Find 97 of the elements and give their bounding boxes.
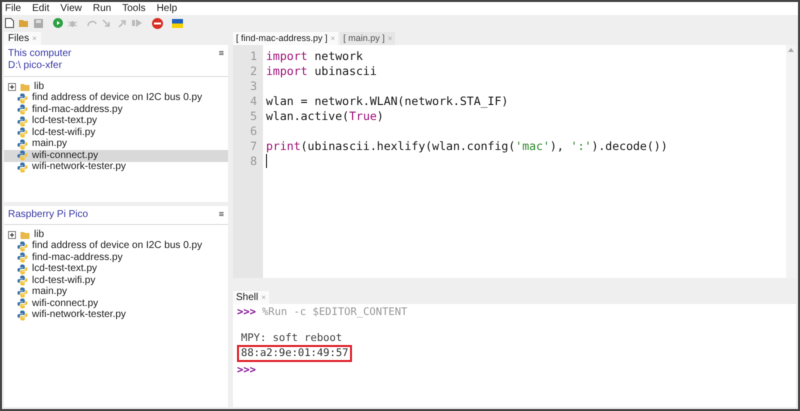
line-number: 5 bbox=[250, 109, 257, 124]
python-file-icon bbox=[17, 252, 28, 264]
step-out-icon[interactable] bbox=[117, 18, 127, 28]
python-file-icon bbox=[17, 150, 28, 162]
new-file-icon[interactable] bbox=[5, 18, 14, 28]
menu-item[interactable]: Edit bbox=[32, 4, 50, 14]
tree-row[interactable]: main.py bbox=[4, 286, 228, 298]
python-file-icon bbox=[17, 286, 28, 298]
shell-prompt: >>> bbox=[237, 306, 256, 319]
line-number: 1 bbox=[250, 49, 257, 64]
menu-item[interactable]: File bbox=[5, 4, 22, 14]
tree-row[interactable]: lcd-test-wifi.py bbox=[4, 275, 228, 286]
tree-row[interactable]: find address of device on I2C bus 0.py bbox=[4, 92, 228, 104]
run-icon[interactable] bbox=[53, 18, 63, 28]
file-name: find address of device on I2C bus 0.py bbox=[32, 93, 202, 104]
editor-tab[interactable]: [ find-mac-address.py ] × bbox=[233, 32, 338, 45]
resume-icon[interactable] bbox=[132, 19, 142, 27]
line-number: 3 bbox=[250, 79, 257, 94]
file-name: wifi-network-tester.py bbox=[32, 162, 126, 172]
python-file-icon bbox=[17, 264, 28, 275]
menu-item[interactable]: Tools bbox=[122, 4, 146, 14]
code-editor[interactable]: 1 2 3 4 5 6 7 8 import network import ubinascii wlan = network.WLAN(network.STA_IF) wlan.active(True) print(ubinascii.hexlify(wlan.config('mac'), ':').decode()) bbox=[233, 45, 796, 278]
file-name: main.py bbox=[32, 139, 68, 150]
file-name: main.py bbox=[32, 287, 68, 298]
tree-row[interactable]: main.py bbox=[4, 138, 228, 150]
shell-output: MPY: soft reboot bbox=[240, 332, 342, 345]
mac-address: 88:a2:9e:01:49:57 bbox=[241, 347, 348, 359]
path-label: D:\ pico-xfer bbox=[8, 61, 63, 71]
tree-row[interactable]: find-mac-address.py bbox=[4, 104, 228, 116]
tree-row[interactable]: find-mac-address.py bbox=[4, 252, 228, 264]
file-name: lcd-test-text.py bbox=[32, 264, 98, 274]
step-over-icon[interactable] bbox=[87, 19, 97, 27]
file-name: wifi-network-tester.py bbox=[32, 310, 126, 320]
line-number: 7 bbox=[250, 139, 257, 154]
bug-icon[interactable] bbox=[68, 18, 77, 28]
shell-prompt: >>> bbox=[237, 364, 256, 377]
menu-item[interactable]: Help bbox=[156, 4, 178, 14]
tree-row[interactable]: lcd-test-text.py bbox=[4, 264, 228, 275]
line-number: 2 bbox=[250, 64, 257, 79]
tree-row[interactable]: lcd-test-text.py bbox=[4, 116, 228, 127]
shell-tab[interactable]: Shell × bbox=[233, 291, 269, 304]
file-name: lcd-test-wifi.py bbox=[32, 276, 96, 286]
file-name: find-mac-address.py bbox=[32, 104, 123, 115]
file-name: lcd-test-wifi.py bbox=[32, 128, 96, 138]
location-label: Raspberry Pi Pico bbox=[8, 210, 88, 220]
file-name: wifi-connect.py bbox=[32, 298, 98, 309]
file-name: lib bbox=[34, 82, 44, 92]
code-line: wlan = network.WLAN(network.STA_IF) bbox=[266, 94, 508, 109]
file-name: lcd-test-text.py bbox=[32, 116, 98, 126]
location-label: This computer bbox=[8, 49, 72, 59]
save-icon[interactable] bbox=[34, 18, 43, 28]
python-file-icon bbox=[17, 162, 28, 173]
file-name: lib bbox=[34, 230, 44, 240]
python-file-icon bbox=[17, 104, 28, 116]
python-file-icon bbox=[17, 127, 28, 138]
line-number: 4 bbox=[250, 94, 257, 109]
stop-icon[interactable] bbox=[152, 18, 163, 28]
expand-icon[interactable] bbox=[8, 230, 16, 239]
expand-icon[interactable] bbox=[8, 82, 16, 91]
tree-row[interactable]: wifi-connect.py bbox=[4, 150, 228, 162]
line-number: 6 bbox=[250, 124, 257, 139]
python-file-icon bbox=[17, 310, 28, 321]
code-line: wlan.active(True) bbox=[266, 109, 384, 124]
python-file-icon bbox=[17, 116, 28, 127]
code-line: import network bbox=[266, 49, 363, 64]
tree-row[interactable]: wifi-network-tester.py bbox=[4, 310, 228, 321]
python-file-icon bbox=[17, 92, 28, 104]
files-tab[interactable]: Files × bbox=[4, 32, 41, 45]
panel-menu-icon[interactable]: ≡ bbox=[218, 210, 224, 220]
tree-row[interactable]: lib bbox=[4, 81, 228, 92]
folder-icon bbox=[20, 82, 30, 92]
python-file-icon bbox=[17, 298, 28, 310]
step-into-icon[interactable] bbox=[102, 18, 112, 28]
python-file-icon bbox=[17, 138, 28, 150]
file-name: find-mac-address.py bbox=[32, 252, 123, 263]
code-line: print(ubinascii.hexlify(wlan.config('mac'), ':').decode()) bbox=[266, 139, 668, 154]
file-name: wifi-connect.py bbox=[32, 150, 98, 161]
tree-row[interactable]: lib bbox=[4, 229, 228, 240]
panel-menu-icon[interactable]: ≡ bbox=[218, 49, 224, 71]
menu-item[interactable]: Run bbox=[92, 4, 112, 14]
code-line: import ubinascii bbox=[266, 64, 377, 79]
python-file-icon bbox=[17, 240, 28, 252]
tree-row[interactable]: lcd-test-wifi.py bbox=[4, 127, 228, 138]
file-name: find address of device on I2C bus 0.py bbox=[32, 241, 202, 252]
menu-item[interactable]: View bbox=[60, 4, 82, 14]
scroll-up-icon[interactable] bbox=[788, 48, 794, 52]
tree-row[interactable]: wifi-connect.py bbox=[4, 298, 228, 310]
tree-row[interactable]: wifi-network-tester.py bbox=[4, 162, 228, 173]
line-number: 8 bbox=[250, 154, 257, 169]
flag-icon[interactable] bbox=[172, 18, 183, 28]
open-folder-icon[interactable] bbox=[19, 18, 29, 28]
text-cursor bbox=[266, 154, 267, 168]
folder-icon bbox=[20, 230, 30, 240]
tree-row[interactable]: find address of device on I2C bus 0.py bbox=[4, 240, 228, 252]
editor-tab[interactable]: [ main.py ] × bbox=[340, 32, 396, 45]
python-file-icon bbox=[17, 275, 28, 286]
shell-command: %Run -c $EDITOR_CONTENT bbox=[262, 306, 408, 319]
